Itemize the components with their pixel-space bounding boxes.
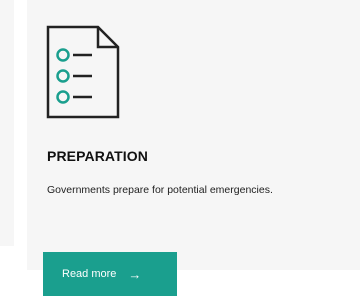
page: PREPARATION Governments prepare for pote… (0, 0, 360, 297)
card-description: Governments prepare for potential emerge… (47, 184, 273, 196)
read-more-button[interactable]: Read more → (43, 252, 177, 296)
read-more-label: Read more (62, 268, 117, 280)
previous-card-edge (0, 0, 14, 246)
arrow-right-icon: → (128, 266, 142, 282)
checklist-document-icon (46, 25, 120, 119)
card-title: PREPARATION (47, 148, 148, 164)
